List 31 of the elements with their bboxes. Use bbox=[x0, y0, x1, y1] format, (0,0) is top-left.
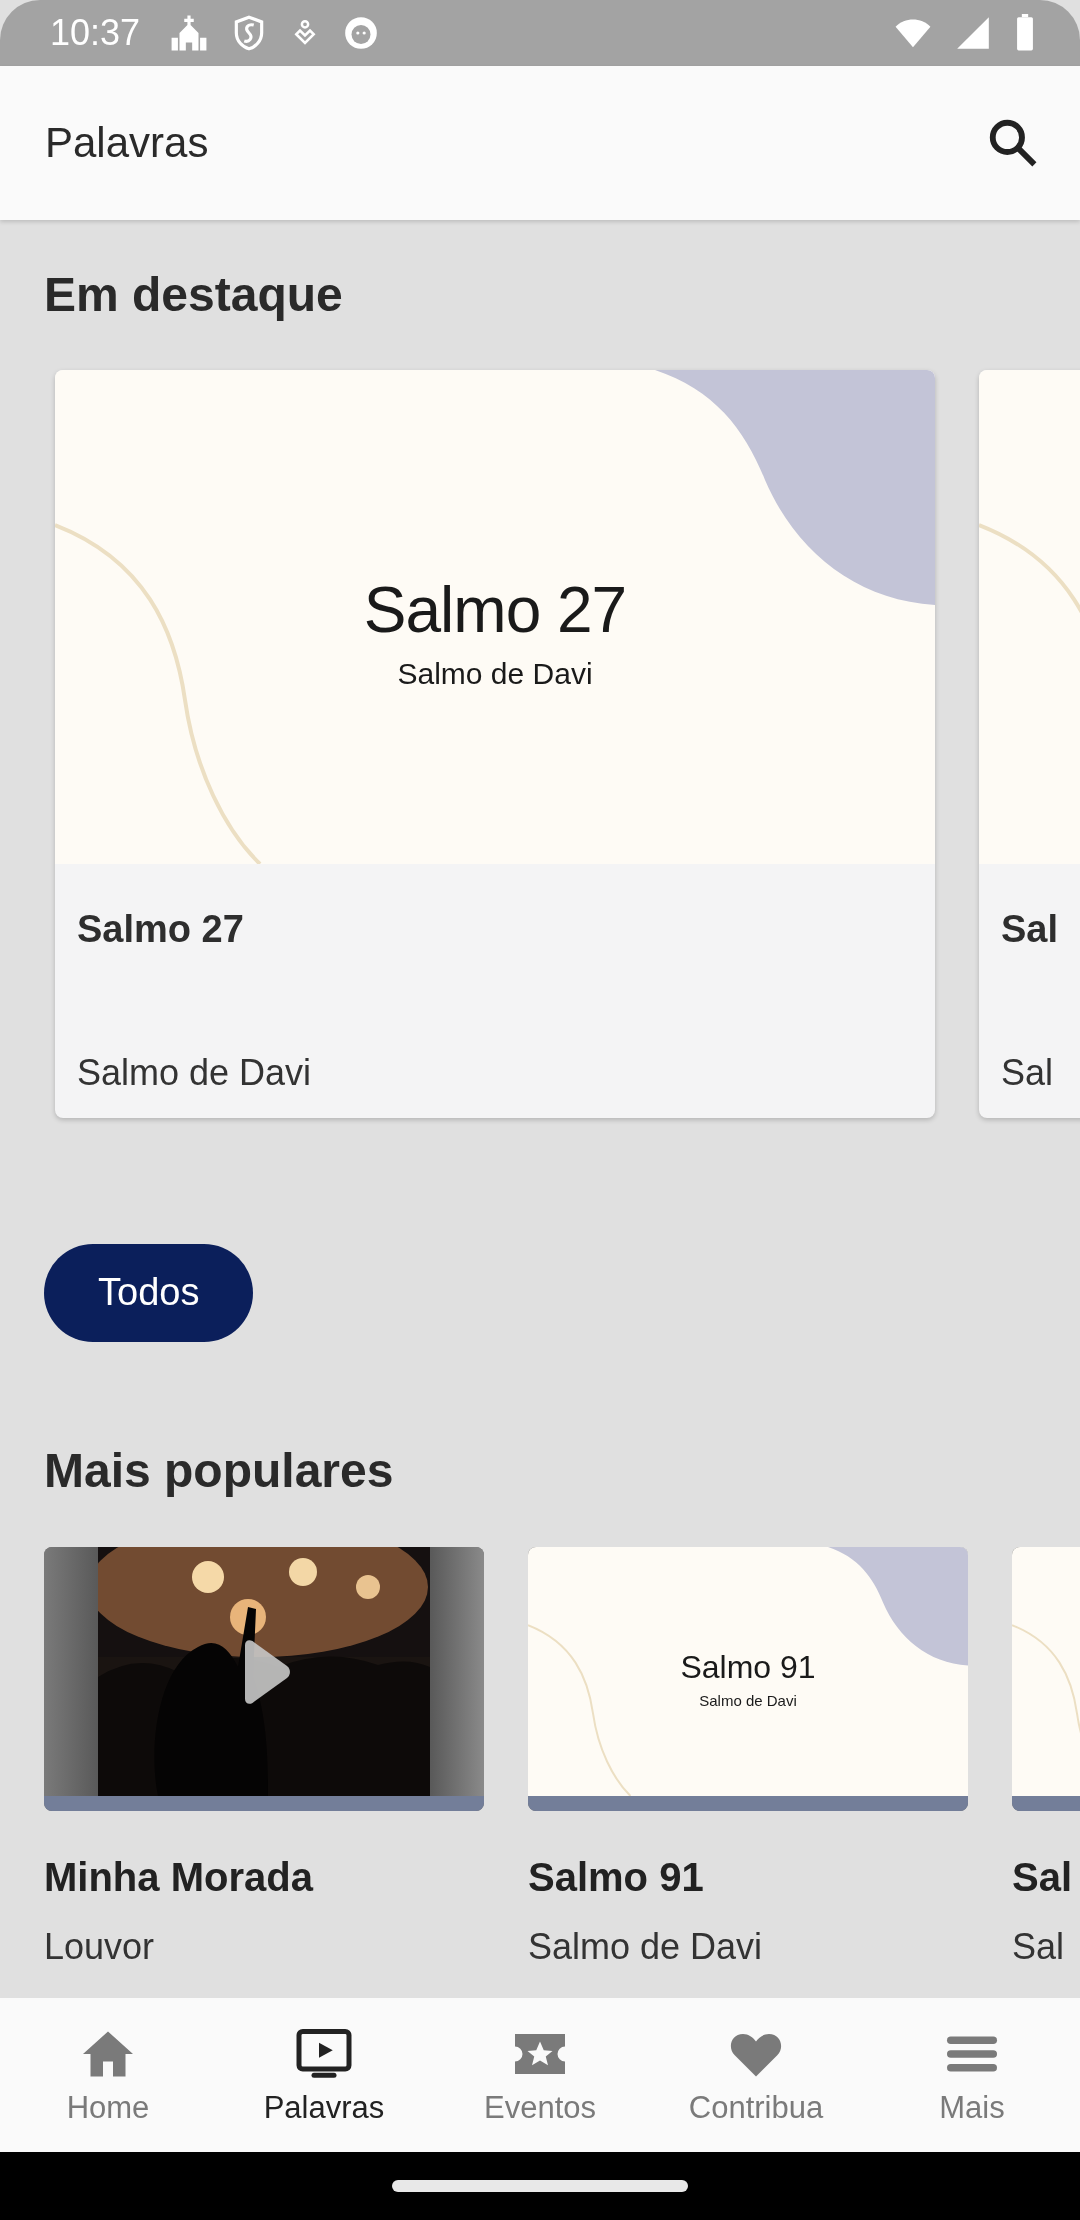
card-title: Salmo 91 bbox=[528, 1855, 705, 1901]
nav-tab[interactable]: Contribua bbox=[648, 1998, 864, 2152]
featured-card[interactable]: Sal Sal bbox=[979, 369, 1080, 1118]
nav-tab[interactable]: Home bbox=[0, 1998, 216, 2152]
media-thumbnail[interactable]: Salmo 91 Salmo de Davi bbox=[528, 1547, 968, 1812]
slide-title: Salmo 91 bbox=[680, 1648, 816, 1686]
battery-icon bbox=[1014, 14, 1036, 52]
card-title: Sal bbox=[1001, 907, 1060, 951]
section-heading: Em destaque bbox=[44, 267, 344, 323]
status-time: 10:37 bbox=[50, 12, 141, 54]
app-title: Palavras bbox=[45, 119, 209, 167]
card-title: Sal bbox=[1012, 1855, 1074, 1901]
card-subtitle: Salmo de Davi bbox=[77, 1051, 313, 1094]
card-subtitle: Salmo de Davi bbox=[528, 1926, 764, 1969]
signal-icon bbox=[954, 14, 992, 52]
card-subtitle: Sal bbox=[1012, 1926, 1066, 1969]
media-thumbnail[interactable] bbox=[44, 1547, 484, 1812]
nav-tab[interactable]: Eventos bbox=[432, 1998, 648, 2152]
filter-chip[interactable]: Todos bbox=[44, 1243, 254, 1342]
card-title: Minha Morada bbox=[44, 1855, 315, 1901]
nav-tab[interactable]: Mais bbox=[864, 1998, 1080, 2152]
nav-tab[interactable]: Palavras bbox=[216, 1998, 432, 2152]
slide-title: Salmo 27 bbox=[363, 572, 627, 647]
card-subtitle: Sal bbox=[1001, 1051, 1055, 1094]
church-icon bbox=[170, 14, 209, 52]
slide-subtitle: Salmo de Davi bbox=[397, 656, 593, 691]
card-subtitle: Louvor bbox=[44, 1926, 156, 1969]
slide-subtitle: Salmo de Davi bbox=[699, 1691, 797, 1709]
section-heading: Mais populares bbox=[44, 1442, 395, 1499]
card-title: Salmo 27 bbox=[77, 907, 245, 951]
featured-card[interactable]: Salmo 27 Salmo de Davi Salmo 27 Salmo de Davi bbox=[55, 369, 935, 1118]
